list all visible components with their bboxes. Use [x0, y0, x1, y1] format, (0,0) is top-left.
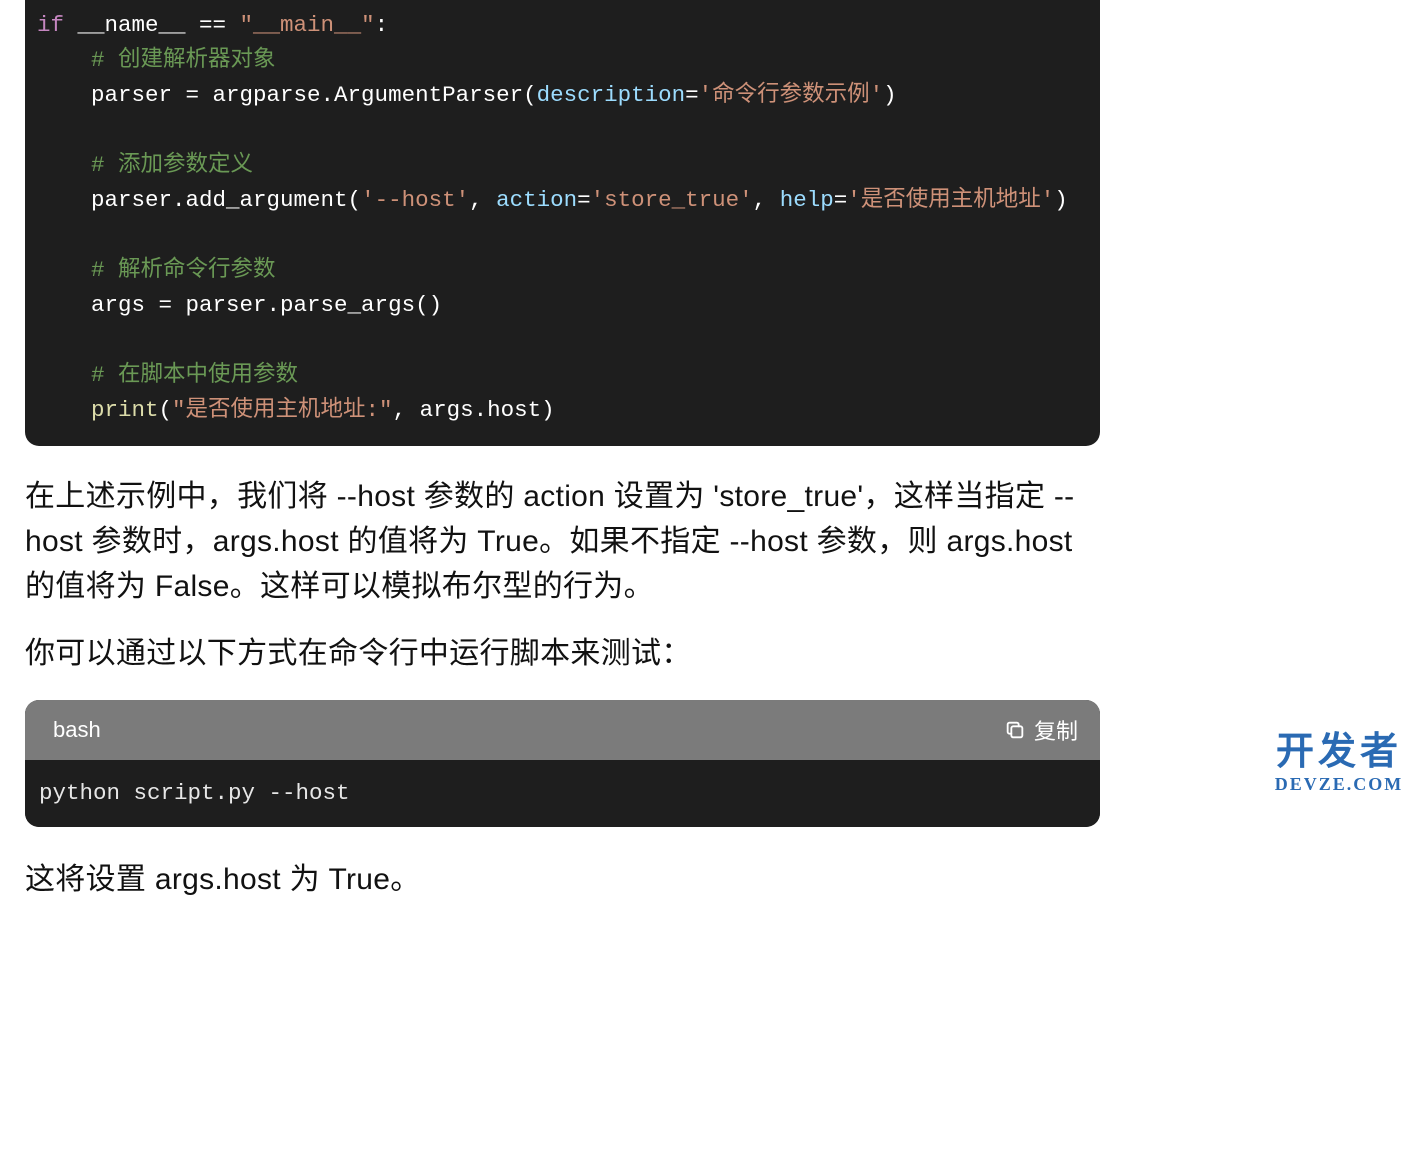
copy-label: 复制 — [1034, 714, 1078, 746]
watermark: 开发者 DEVZE.COM — [1269, 737, 1409, 799]
bash-code-content: python script.py --host — [39, 776, 1086, 811]
code-block-header: bash 复制 — [25, 700, 1100, 760]
explanation-paragraph-2: 你可以通过以下方式在命令行中运行脚本来测试： — [25, 631, 1100, 676]
watermark-line2: DEVZE.COM — [1269, 769, 1409, 799]
code-language-label: bash — [53, 717, 101, 743]
copy-icon — [1004, 719, 1026, 741]
bash-code-block: bash 复制 python script.py --host — [25, 700, 1100, 827]
explanation-paragraph-3: 这将设置 args.host 为 True。 — [25, 857, 1100, 902]
explanation-paragraph-1: 在上述示例中，我们将 --host 参数的 action 设置为 'store_… — [25, 474, 1100, 609]
python-code-content: if __name__ == "__main__": # 创建解析器对象 par… — [37, 8, 1086, 428]
python-code-block: if __name__ == "__main__": # 创建解析器对象 par… — [25, 0, 1100, 446]
copy-button[interactable]: 复制 — [1004, 714, 1078, 746]
watermark-line1: 开发者 — [1276, 731, 1402, 773]
